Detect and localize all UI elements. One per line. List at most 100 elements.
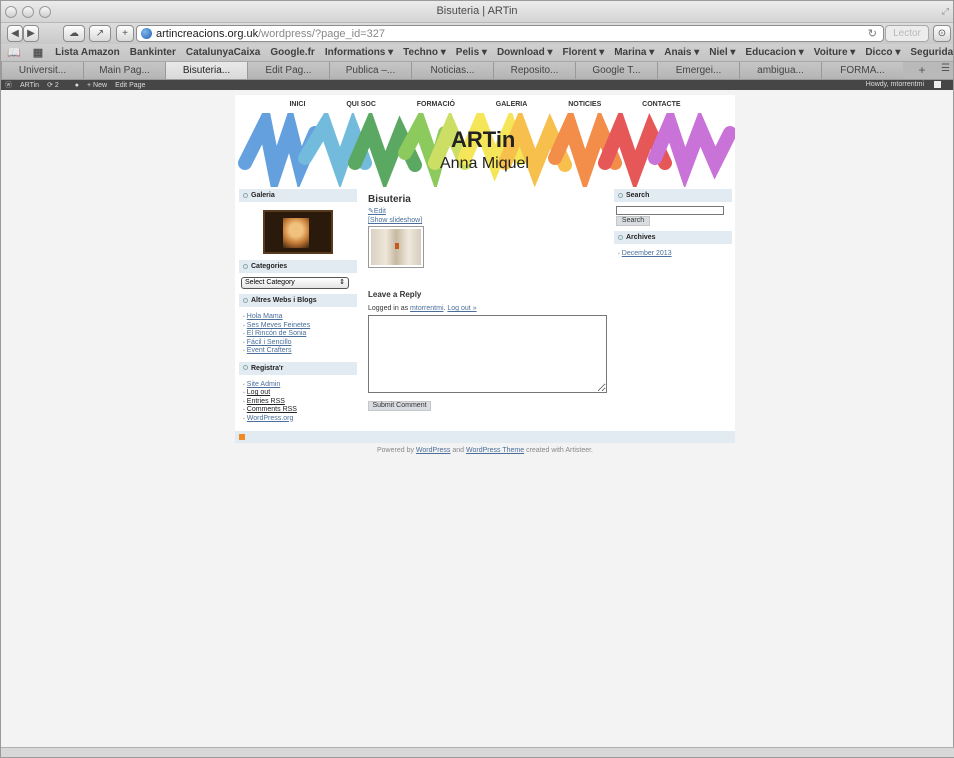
address-bar[interactable]: artincreacions.org.uk/wordpress/?page_id… — [136, 25, 884, 42]
submit-comment-button[interactable]: Submit Comment — [368, 401, 431, 411]
reader-button[interactable]: Lector — [885, 25, 929, 42]
powered-prefix: Powered by — [377, 447, 414, 454]
title-bar: Bisuteria | ARTin ⤢ — [1, 1, 953, 23]
list-item: Ses Meves Feinetes — [243, 322, 357, 331]
bookmark-item[interactable]: Niel ▾ — [709, 47, 735, 58]
bookmark-item[interactable]: Marina ▾ — [614, 47, 654, 58]
tab[interactable]: Reposito... — [493, 62, 575, 79]
admin-howdy[interactable]: Howdy, mtorrentmi — [866, 81, 949, 88]
search-button[interactable]: Search — [616, 216, 650, 226]
blog-link[interactable]: El Rincón de Sonia — [247, 330, 307, 337]
admin-site-link[interactable]: ARTin — [20, 82, 39, 89]
bookmark-item[interactable]: Techno ▾ — [403, 47, 446, 58]
tab[interactable]: Main Pag... — [83, 62, 165, 79]
avatar — [934, 81, 941, 88]
tab[interactable]: Google T... — [575, 62, 657, 79]
nav-item-formacio[interactable]: FORMACIÓ — [417, 101, 455, 108]
comments-icon[interactable]: ● — [75, 82, 79, 89]
widget-heading-archives: Archives — [614, 231, 732, 244]
fullscreen-icon[interactable]: ⤢ — [942, 6, 949, 17]
admin-edit-page-link[interactable]: Edit Page — [115, 82, 145, 89]
back-button[interactable]: ◀ — [7, 25, 23, 42]
blog-link[interactable]: Event Crafters — [247, 347, 292, 354]
widget-bullet-icon — [243, 297, 248, 303]
widget-bullet-icon — [243, 263, 248, 269]
tab[interactable]: Publica –... — [329, 62, 411, 79]
add-bookmark-button[interactable]: + — [116, 25, 134, 42]
wordpress-link[interactable]: WordPress — [416, 447, 451, 454]
blog-link[interactable]: Hola Mama — [247, 313, 283, 320]
widget-bullet-icon — [243, 365, 248, 371]
comments-rss-link[interactable]: Comments RSS — [247, 406, 297, 413]
share-icon[interactable]: ↗ — [89, 25, 111, 42]
nav-item-galeria[interactable]: GALERIA — [496, 101, 528, 108]
nav-item-inici[interactable]: INICI — [289, 101, 305, 108]
comment-textarea[interactable] — [368, 315, 607, 393]
list-item: WordPress.org — [243, 415, 357, 424]
wordpress-org-link[interactable]: WordPress.org — [247, 415, 294, 422]
list-item: El Rincón de Sonia — [243, 330, 357, 339]
bookmark-item[interactable]: Informations ▾ — [325, 47, 393, 58]
browser-window: Bisuteria | ARTin ⤢ ◀ ▶ ☁ ↗ + artincreac… — [0, 0, 954, 758]
user-profile-link[interactable]: mtorrentmi — [410, 305, 443, 312]
edit-link[interactable]: ✎Edit — [368, 207, 608, 215]
site-admin-link[interactable]: Site Admin — [247, 381, 280, 388]
bookmark-item[interactable]: Seguridad IT ▾ — [910, 47, 953, 58]
downloads-icon[interactable]: ⊙ — [933, 25, 951, 42]
top-sites-icon[interactable]: ▦ — [33, 46, 43, 59]
nav-item-qui-soc[interactable]: QUI SOC — [346, 101, 376, 108]
reload-icon[interactable]: ↻ — [868, 27, 877, 40]
gallery-item-thumbnail[interactable] — [368, 226, 424, 268]
tab[interactable]: Noticias... — [411, 62, 493, 79]
nav-item-contacte[interactable]: CONTACTE — [642, 101, 680, 108]
updates-icon[interactable]: ⟳ 2 — [47, 81, 67, 89]
wordpress-icon[interactable]: ⓦ — [5, 80, 12, 90]
reading-list-icon[interactable]: 📖 — [7, 46, 21, 59]
bookmark-item[interactable]: Voiture ▾ — [814, 47, 856, 58]
bookmark-item[interactable]: Educacion ▾ — [745, 47, 803, 58]
tab[interactable]: FORMA... — [821, 62, 903, 79]
admin-new-link[interactable]: + New — [87, 82, 107, 89]
tab[interactable]: Edit Pag... — [247, 62, 329, 79]
search-input[interactable] — [616, 206, 724, 215]
bookmark-item[interactable]: Bankinter — [130, 47, 176, 58]
main-content: Bisuteria ✎Edit [Show slideshow] Leave a… — [368, 194, 608, 411]
category-select[interactable]: Select Category ⇕ — [241, 277, 349, 289]
bookmark-item[interactable]: Pelis ▾ — [456, 47, 487, 58]
cloud-icon[interactable]: ☁ — [63, 25, 85, 42]
logout-link-main[interactable]: Log out » — [447, 305, 476, 312]
blog-link[interactable]: Ses Meves Feinetes — [247, 322, 310, 329]
wp-admin-bar: ⓦ ARTin ⟳ 2 ● + New Edit Page Howdy, mto… — [1, 80, 953, 90]
tab[interactable]: Universit... — [1, 62, 83, 79]
list-item: Log out — [243, 389, 357, 398]
tab-overflow-icon[interactable]: ☰ — [941, 63, 950, 74]
theme-link[interactable]: WordPress Theme — [466, 447, 524, 454]
gallery-thumbnail[interactable] — [263, 210, 333, 254]
howdy-text: Howdy, mtorrentmi — [865, 81, 924, 89]
tab[interactable]: Emergei... — [657, 62, 739, 79]
tab-active[interactable]: Bisuteria... — [165, 62, 247, 79]
bookmark-item[interactable]: Lista Amazon — [55, 47, 120, 58]
blog-link[interactable]: Fácil i Sencillo — [247, 339, 292, 346]
bookmark-item[interactable]: Google.fr — [270, 47, 314, 58]
powered-suffix: created with Artisteer. — [526, 447, 593, 454]
bookmark-item[interactable]: Anais ▾ — [664, 47, 699, 58]
list-item: Site Admin — [243, 381, 357, 390]
nav-item-noticies[interactable]: NOTICIES — [568, 101, 601, 108]
new-tab-button[interactable]: + — [913, 63, 931, 79]
site-title[interactable]: ARTin — [451, 127, 515, 153]
select-arrows-icon: ⇕ — [339, 279, 345, 286]
bookmark-item[interactable]: Dicco ▾ — [865, 47, 900, 58]
tab[interactable]: ambigua... — [739, 62, 821, 79]
rss-icon[interactable] — [239, 434, 245, 440]
bookmark-item[interactable]: CatalunyaCaixa — [186, 47, 260, 58]
forward-button[interactable]: ▶ — [23, 25, 39, 42]
logout-link[interactable]: Log out — [247, 389, 270, 396]
bookmark-item[interactable]: Download ▾ — [497, 47, 553, 58]
bookmark-item[interactable]: Florent ▾ — [563, 47, 605, 58]
site-header: ARTin Anna Miquel — [235, 113, 735, 187]
list-item: Entries RSS — [243, 398, 357, 407]
entries-rss-link[interactable]: Entries RSS — [247, 398, 285, 405]
show-slideshow-link[interactable]: [Show slideshow] — [368, 217, 608, 224]
archive-link[interactable]: December 2013 — [622, 250, 672, 257]
